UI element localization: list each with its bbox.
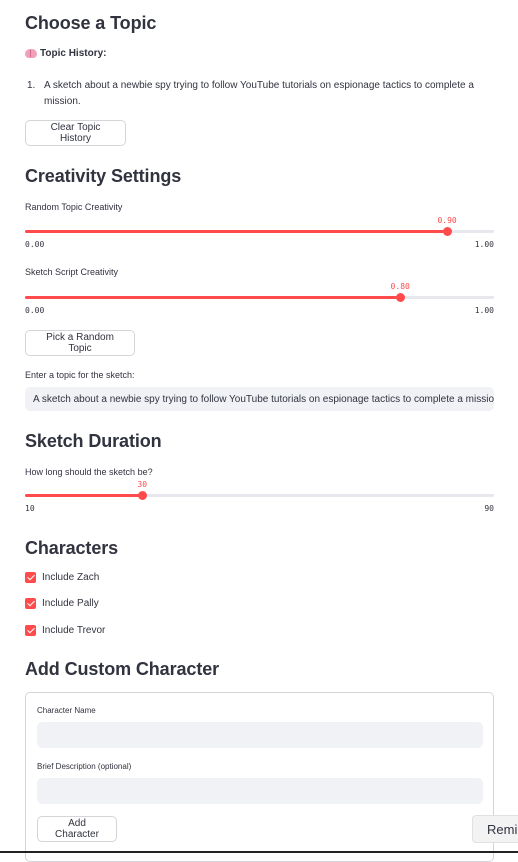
slider-max: 90 [484,504,494,513]
toast-notification[interactable]: Remi [472,815,518,843]
checkbox-checked-icon[interactable] [25,625,36,636]
include-trevor-checkbox[interactable]: Include Trevor [25,625,105,636]
topic-input[interactable]: A sketch about a newbie spy trying to fo… [25,387,494,411]
include-pally-checkbox[interactable]: Include Pally [25,598,99,609]
topic-input-label: Enter a topic for the sketch: [25,370,135,380]
pick-random-topic-button[interactable]: Pick a Random Topic [25,330,135,356]
character-description-input[interactable] [37,778,483,804]
random-topic-creativity-label: Random Topic Creativity [25,202,123,212]
slider-fill [25,494,143,497]
slider-thumb[interactable] [395,293,405,302]
slider-max: 1.00 [474,240,494,249]
slider-fill [25,296,401,299]
slider-max: 1.00 [474,306,494,315]
slider-min: 0.00 [25,306,45,315]
character-description-label: Brief Description (optional) [37,762,132,771]
topic-history-label: Topic History: [40,48,107,59]
clear-topic-history-button[interactable]: Clear Topic History [25,120,126,146]
add-custom-character-heading: Add Custom Character [25,659,220,679]
include-pally-label: Include Pally [42,598,99,609]
slider-value: 30 [137,480,148,489]
slider-value: 0.90 [437,216,457,225]
slider-thumb[interactable] [442,227,452,236]
checkbox-checked-icon[interactable] [25,572,36,583]
characters-heading: Characters [25,538,119,558]
sketch-duration-heading: Sketch Duration [25,431,162,451]
character-name-label: Character Name [37,706,96,715]
topic-history-item: 1. A sketch about a newbie spy trying to… [27,78,497,110]
character-name-input[interactable] [37,722,483,748]
include-trevor-label: Include Trevor [42,625,106,636]
slider-min: 0.00 [25,240,45,249]
slider-min: 10 [25,504,35,513]
slider-fill [25,230,448,233]
sketch-script-creativity-slider[interactable]: 0.80 0.00 1.00 [25,282,494,315]
checkbox-checked-icon[interactable] [25,598,36,609]
topic-history-item-number: 1. [27,80,36,91]
include-zach-label: Include Zach [42,572,100,583]
sketch-script-creativity-label: Sketch Script Creativity [25,267,119,277]
random-topic-creativity-slider[interactable]: 0.90 0.00 1.00 [25,216,494,249]
add-character-button[interactable]: Add Character [37,816,117,842]
sketch-duration-label: How long should the sketch be? [25,467,153,477]
choose-topic-heading: Choose a Topic [25,13,157,33]
topic-history-label-row: Topic History: [25,48,106,59]
include-zach-checkbox[interactable]: Include Zach [25,572,99,583]
topic-history-item-text: A sketch about a newbie spy trying to fo… [44,80,474,107]
creativity-settings-heading: Creativity Settings [25,166,182,186]
slider-thumb[interactable] [137,491,147,500]
sketch-duration-slider[interactable]: 30 10 90 [25,480,494,513]
brain-icon [25,49,37,58]
slider-value: 0.80 [390,282,410,291]
custom-character-form: Character Name Brief Description (option… [25,692,494,862]
